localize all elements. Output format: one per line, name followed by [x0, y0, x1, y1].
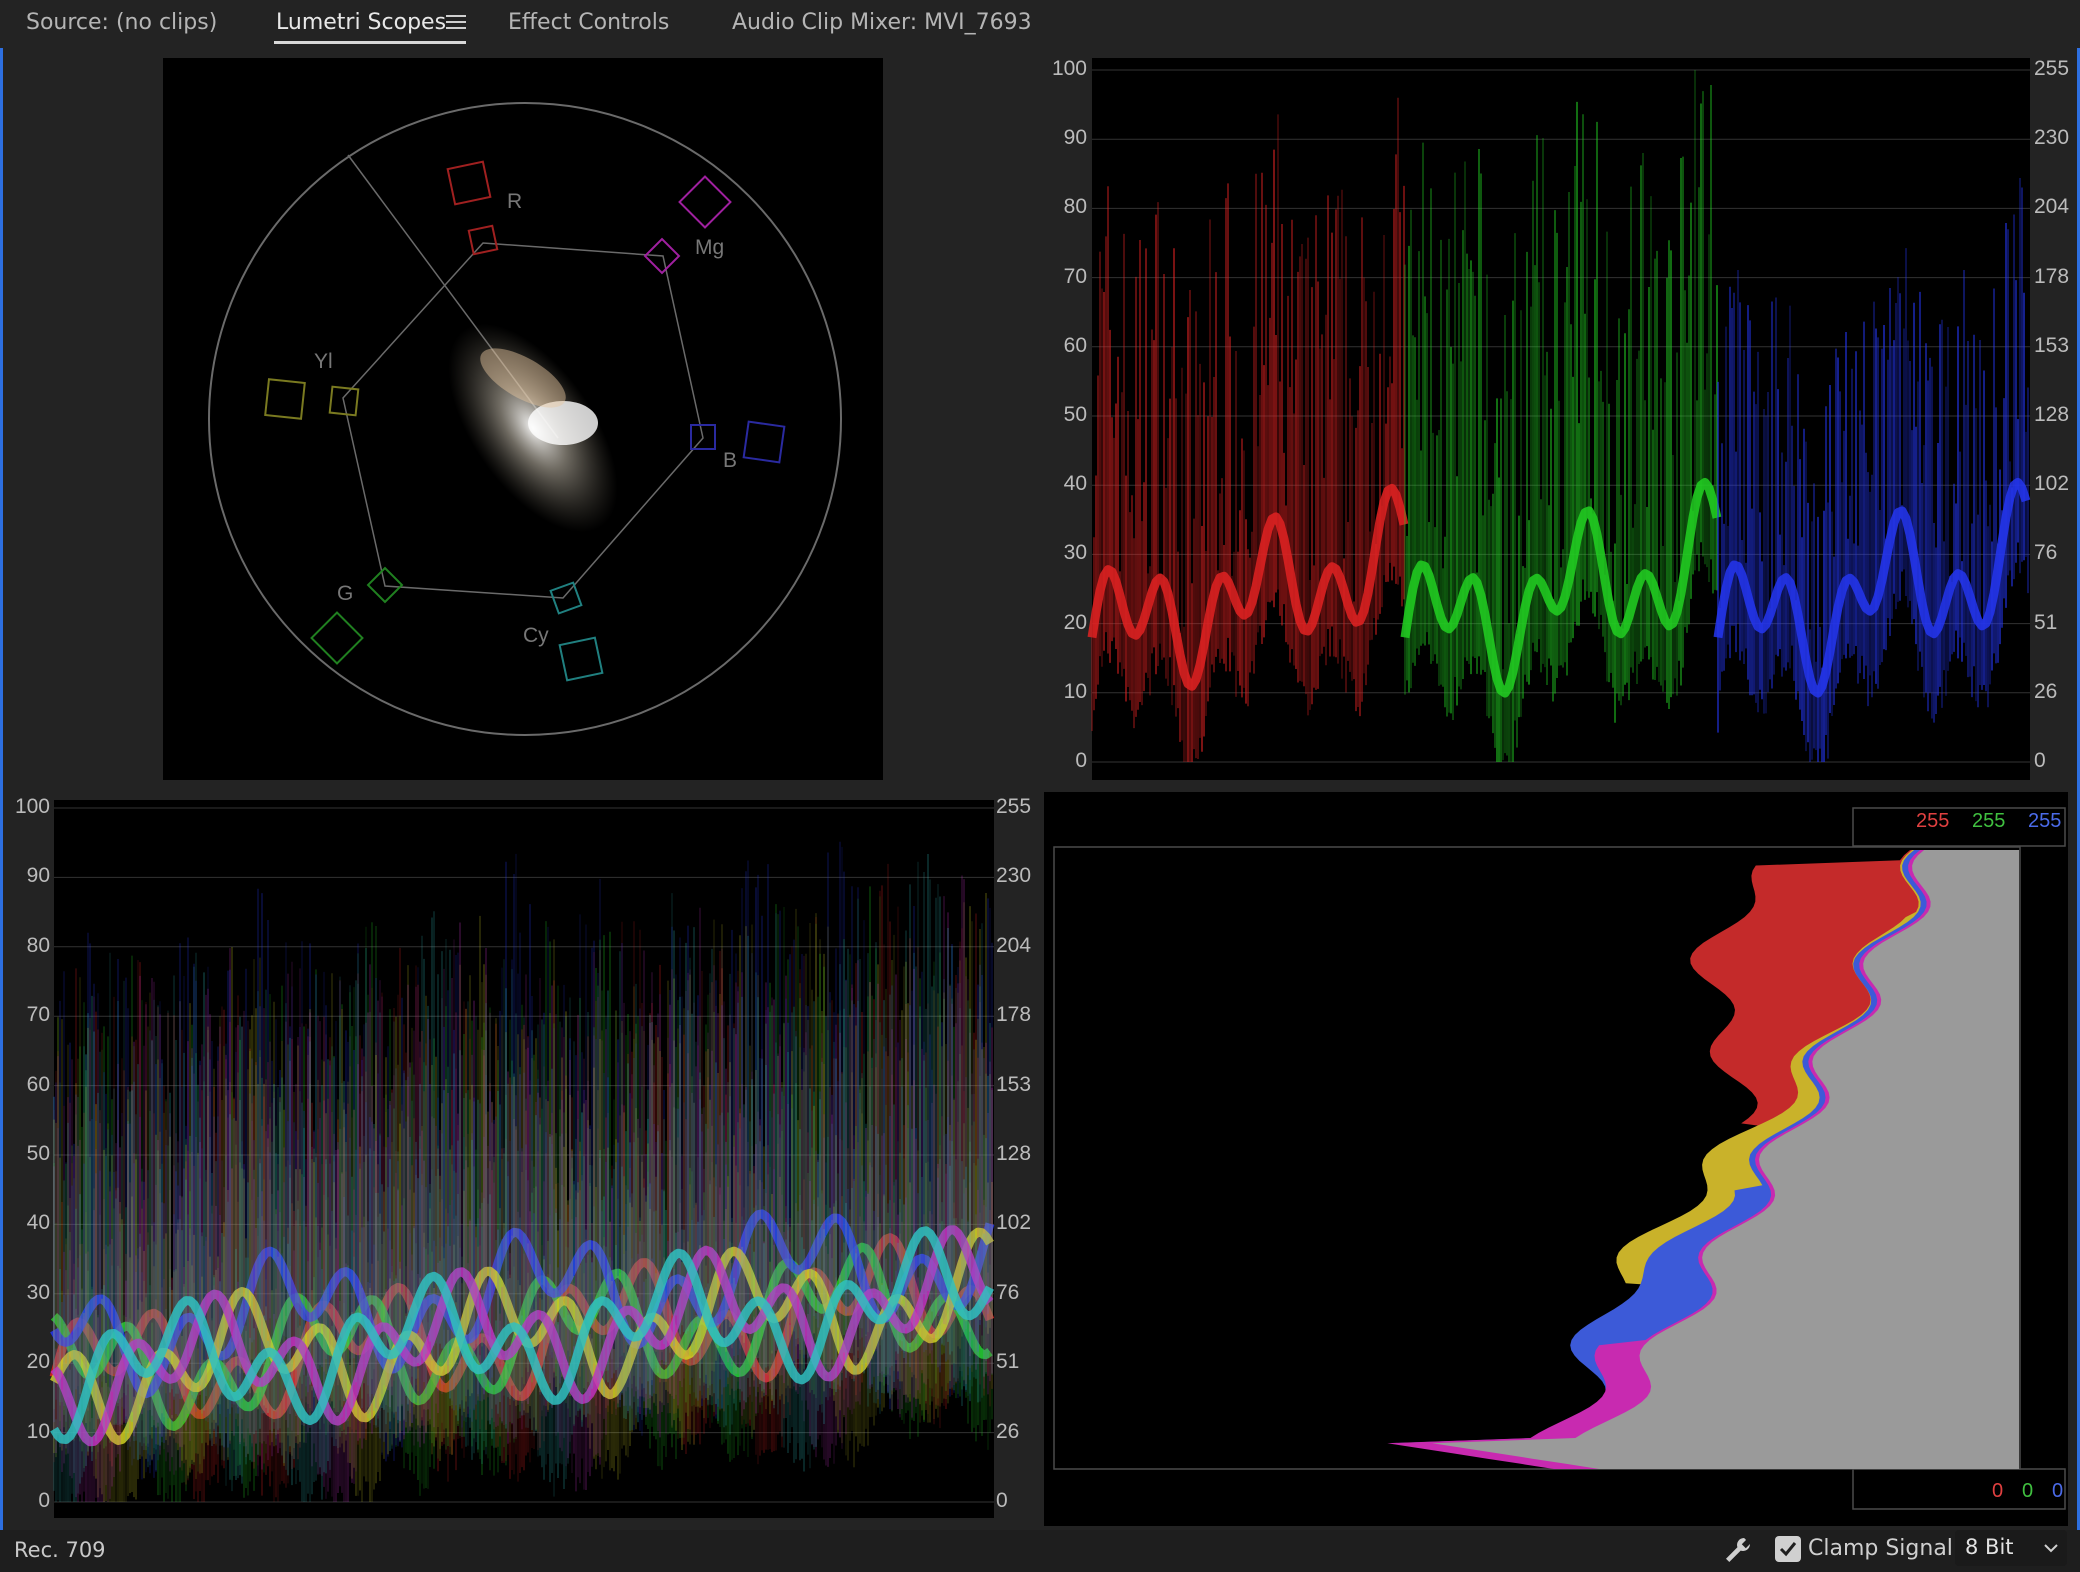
- waveform-ire-label-4: 60: [26, 1072, 50, 1096]
- histogram-green-max: 255: [1972, 810, 2006, 832]
- vectorscope-target-yellow-label: Yl: [314, 350, 333, 373]
- vectorscope-panel[interactable]: R Mg B Cy G Yl: [163, 58, 883, 780]
- histogram-blue-min: 0: [2052, 1480, 2064, 1502]
- parade-code-label-4: 153: [2034, 333, 2070, 357]
- waveform-code-label-1: 230: [996, 864, 1032, 888]
- waveform-ire-label-7: 30: [26, 1280, 50, 1304]
- active-tab-indicator: [274, 41, 466, 44]
- parade-ire-label-4: 60: [1063, 333, 1087, 357]
- waveform-code-label-3: 178: [996, 1003, 1032, 1027]
- parade-code-label-2: 204: [2034, 195, 2070, 219]
- waveform-ire-label-8: 20: [26, 1350, 50, 1374]
- parade-code-label-1: 230: [2034, 126, 2070, 150]
- parade-ire-label-8: 20: [1063, 610, 1087, 634]
- histogram-graph: [1053, 807, 2066, 1510]
- histogram-red-min: 0: [1992, 1480, 2004, 1502]
- color-standard-label[interactable]: Rec. 709: [14, 1538, 106, 1562]
- waveform-code-label-2: 204: [996, 933, 1032, 957]
- parade-ire-label-7: 30: [1063, 541, 1087, 565]
- tab-source[interactable]: Source: (no clips): [26, 8, 217, 42]
- parade-code-label-7: 76: [2034, 541, 2058, 565]
- waveform-code-label-8: 51: [996, 1350, 1020, 1374]
- waveform-code-label-10: 0: [996, 1489, 1008, 1512]
- waveform-code-label-7: 76: [996, 1280, 1020, 1304]
- tab-audio-clip-mixer[interactable]: Audio Clip Mixer: MVI_7693: [732, 8, 1032, 42]
- parade-ire-label-10: 0: [1075, 749, 1087, 772]
- vectorscope-target-green-label: G: [337, 582, 354, 605]
- vectorscope-target-cyan-label: Cy: [523, 624, 549, 647]
- parade-code-label-9: 26: [2034, 679, 2058, 703]
- waveform-code-label-0: 255: [996, 795, 1032, 818]
- parade-code-label-0: 255: [2034, 57, 2070, 80]
- waveform-ire-label-0: 100: [14, 795, 50, 818]
- vectorscope-target-red-label: R: [507, 190, 523, 213]
- parade-code-label-5: 128: [2034, 403, 2070, 426]
- clamp-signal-checkbox[interactable]: [1775, 1536, 1801, 1562]
- parade-ire-label-0: 100: [1051, 57, 1087, 80]
- histogram-green-min: 0: [2022, 1480, 2034, 1502]
- vectorscope-graticule: [208, 102, 842, 736]
- parade-ire-label-9: 10: [1063, 679, 1087, 703]
- waveform-code-label-9: 26: [996, 1419, 1020, 1443]
- parade-code-label-3: 178: [2034, 264, 2070, 288]
- histogram-red-max: 255: [1916, 810, 1950, 832]
- waveform-ire-label-3: 70: [26, 1003, 50, 1027]
- bit-depth-select[interactable]: 8 Bit: [1955, 1530, 2067, 1566]
- parade-code-label-6: 102: [2034, 472, 2070, 496]
- waveform-ire-label-2: 80: [26, 933, 50, 957]
- tab-effect-controls[interactable]: Effect Controls: [508, 8, 669, 42]
- checkmark-icon: [1779, 1542, 1797, 1557]
- hamburger-menu-icon[interactable]: [446, 12, 466, 32]
- waveform-code-label-5: 128: [996, 1142, 1032, 1165]
- waveform-code-label-4: 153: [996, 1072, 1032, 1096]
- tab-lumetri-scopes[interactable]: Lumetri Scopes: [276, 8, 446, 42]
- vectorscope-target-blue-label: B: [723, 449, 738, 472]
- waveform-ire-label-9: 10: [26, 1419, 50, 1443]
- parade-ire-label-2: 80: [1063, 195, 1087, 219]
- rgb-parade-panel[interactable]: [1087, 58, 2031, 780]
- waveform-panel[interactable]: [49, 800, 995, 1518]
- parade-ire-label-6: 40: [1063, 472, 1087, 496]
- waveform-ire-label-6: 40: [26, 1211, 50, 1235]
- waveform-code-label-6: 102: [996, 1211, 1032, 1235]
- waveform-ire-label-5: 50: [26, 1142, 50, 1165]
- parade-ire-label-1: 90: [1063, 126, 1087, 150]
- bit-depth-value: 8 Bit: [1965, 1535, 2014, 1559]
- parade-ire-label-3: 70: [1063, 264, 1087, 288]
- parade-code-label-10: 0: [2034, 749, 2046, 772]
- parade-code-label-8: 51: [2034, 610, 2058, 634]
- vectorscope-target-magenta-label: Mg: [695, 236, 725, 259]
- histogram-blue-max: 255: [2028, 810, 2062, 832]
- chevron-down-icon: [2044, 1544, 2058, 1553]
- wrench-icon[interactable]: [1722, 1534, 1754, 1566]
- parade-ire-label-5: 50: [1063, 403, 1087, 426]
- rgb-parade-trace: [1087, 69, 2031, 763]
- histogram-panel[interactable]: 255 255 255 0 0 0: [1044, 792, 2068, 1526]
- scope-status-bar: [0, 1530, 2080, 1572]
- clamp-signal-label[interactable]: Clamp Signal: [1808, 1536, 1953, 1561]
- waveform-ire-label-10: 0: [38, 1489, 50, 1512]
- waveform-ire-label-1: 90: [26, 864, 50, 888]
- panel-tab-bar: Source: (no clips) Lumetri Scopes Effect…: [0, 0, 2080, 48]
- waveform-trace: [49, 807, 995, 1503]
